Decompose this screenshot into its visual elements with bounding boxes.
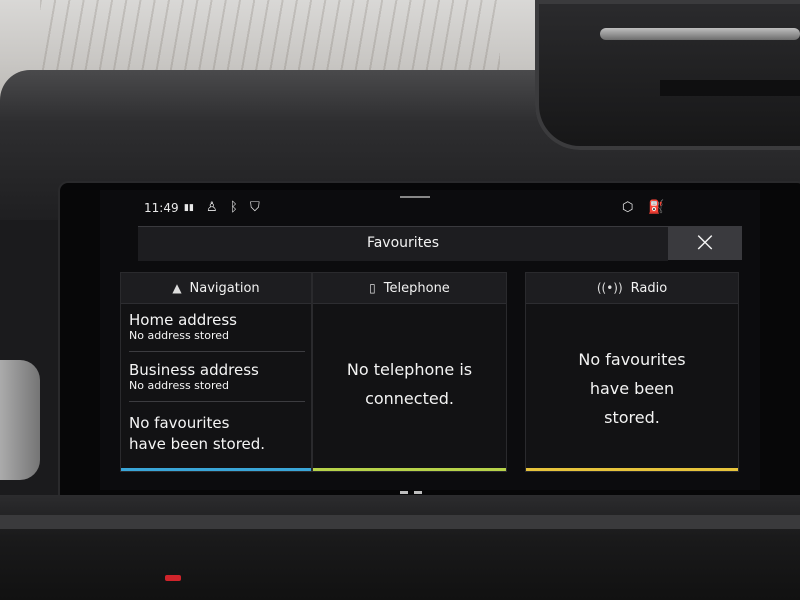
drag-handle[interactable] bbox=[400, 196, 430, 198]
navigation-accent-bar bbox=[121, 468, 311, 471]
radio-accent-bar bbox=[526, 468, 738, 471]
air-vent bbox=[535, 0, 800, 150]
fuel-icon: ⛽ bbox=[648, 200, 665, 215]
navigation-arrow-icon: ▲ bbox=[172, 281, 182, 295]
home-address-item[interactable]: Home address No address stored bbox=[129, 311, 305, 352]
page-dot bbox=[414, 491, 422, 494]
favourites-header: Favourites bbox=[138, 226, 668, 261]
radio-panel-header: ((•)) Radio bbox=[526, 273, 738, 304]
home-address-subtitle: No address stored bbox=[129, 329, 229, 342]
navigation-empty-line1: No favourites bbox=[129, 414, 230, 432]
navigation-empty-line2: have been stored. bbox=[129, 435, 266, 453]
radio-message-line3: stored. bbox=[604, 408, 660, 427]
radio-message-line2: have been bbox=[589, 379, 675, 398]
location-shield-icon: ⛉ bbox=[250, 200, 260, 215]
business-address-subtitle: No address stored bbox=[129, 379, 229, 392]
dashboard-trim bbox=[0, 515, 800, 529]
dashboard-bottom bbox=[0, 495, 800, 600]
status-bar: 11:49 ▮▮ ♙ ᛒ ⛉ ⬡ ⛽ bbox=[100, 190, 760, 228]
air-vent-bar bbox=[600, 28, 800, 40]
navigation-panel-title: Navigation bbox=[189, 281, 260, 296]
lte-signal-icon: ▮▮ bbox=[184, 203, 194, 213]
telephone-panel-title: Telephone bbox=[383, 281, 450, 296]
telephone-panel-header: ▯ Telephone bbox=[313, 273, 506, 304]
page-dot bbox=[400, 491, 408, 494]
telephone-accent-bar bbox=[313, 468, 506, 471]
radio-panel[interactable]: ((•)) Radio No favourites have been store… bbox=[525, 272, 739, 472]
infotainment-screen: 11:49 ▮▮ ♙ ᛒ ⛉ ⬡ ⛽ Favourites × ▲ Navigat… bbox=[100, 190, 760, 494]
navigation-empty-message: No favourites have been stored. bbox=[129, 413, 265, 455]
close-icon: × bbox=[693, 225, 717, 258]
clock: 11:49 bbox=[144, 201, 179, 215]
business-address-title: Business address bbox=[129, 361, 259, 379]
close-button[interactable]: × bbox=[668, 226, 742, 260]
navigation-panel-header: ▲ Navigation bbox=[121, 273, 311, 304]
air-vent-slot bbox=[660, 80, 800, 96]
left-glare bbox=[0, 360, 40, 480]
person-icon: ♙ bbox=[206, 200, 218, 215]
hazard-led bbox=[165, 575, 181, 581]
package-icon: ⬡ bbox=[622, 200, 634, 215]
navigation-panel: ▲ Navigation Home address No address stor… bbox=[120, 272, 312, 472]
page-title: Favourites bbox=[366, 235, 440, 251]
telephone-message-line2: connected. bbox=[365, 389, 454, 408]
radio-message: No favourites have been stored. bbox=[526, 345, 738, 432]
telephone-message-line1: No telephone is bbox=[346, 360, 473, 379]
radio-icon: ((•)) bbox=[596, 281, 623, 295]
telephone-message: No telephone is connected. bbox=[313, 355, 506, 413]
radio-panel-title: Radio bbox=[630, 281, 668, 296]
business-address-item[interactable]: Business address No address stored bbox=[129, 361, 305, 402]
bluetooth-icon: ᛒ bbox=[230, 200, 238, 215]
telephone-panel[interactable]: ▯ Telephone No telephone is connected. bbox=[312, 272, 507, 472]
phone-icon: ▯ bbox=[369, 281, 376, 295]
page-indicator bbox=[400, 479, 428, 498]
radio-message-line1: No favourites bbox=[578, 350, 686, 369]
home-address-title: Home address bbox=[129, 311, 237, 329]
